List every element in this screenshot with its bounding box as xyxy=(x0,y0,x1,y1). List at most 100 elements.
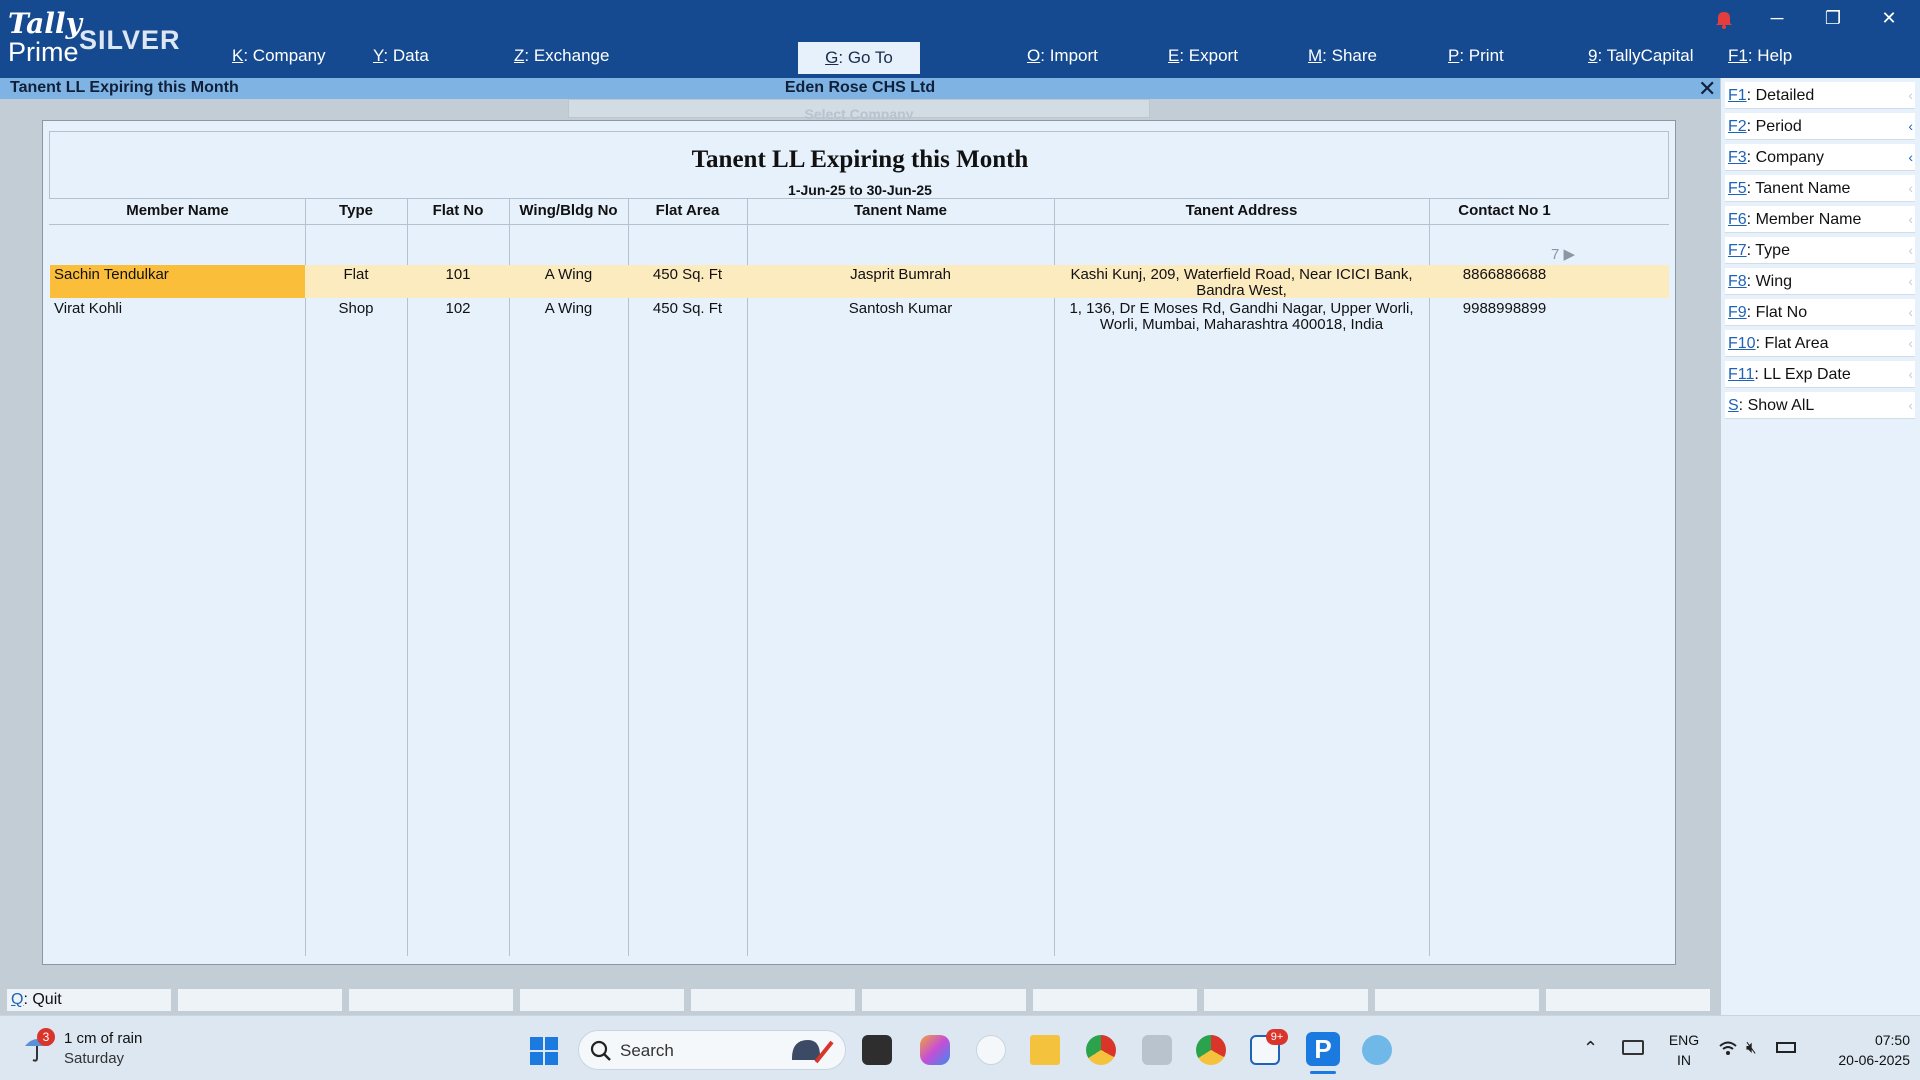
minimize-icon[interactable]: ─ xyxy=(1757,8,1797,29)
btn-f10-flat-area[interactable]: F10: Flat Area ‹ xyxy=(1725,330,1915,357)
weather-day: Saturday xyxy=(64,1050,125,1067)
col-header-type[interactable]: Type xyxy=(305,202,407,219)
volume-muted-icon[interactable]: 🔇︎ xyxy=(1746,1038,1757,1058)
chevron-up-icon[interactable]: ⌃ xyxy=(1583,1038,1598,1059)
menu-label: Print xyxy=(1468,46,1504,65)
menu-label: Help xyxy=(1757,46,1793,65)
col-header-tenant-name[interactable]: Tanent Name xyxy=(747,202,1054,219)
search-placeholder: Search xyxy=(620,1041,674,1060)
bottom-empty-slot xyxy=(1033,989,1197,1011)
menu-data[interactable]: Y: Data xyxy=(373,46,429,66)
menu-label: Data xyxy=(392,46,429,65)
col-header-tenant-address[interactable]: Tanent Address xyxy=(1054,202,1429,219)
key-app-icon[interactable] xyxy=(976,1035,1006,1065)
row-flat-area: 450 Sq. Ft xyxy=(652,300,723,317)
row-contact: 9988998899 xyxy=(1462,300,1547,317)
page-indicator[interactable]: 7 ▶ xyxy=(1551,245,1575,263)
btn-label: Flat Area xyxy=(1764,335,1829,352)
btn-f9-flat-no[interactable]: F9: Flat No ‹ xyxy=(1725,299,1915,326)
app-window-icon[interactable] xyxy=(1142,1035,1172,1065)
btn-label: LL Exp Date xyxy=(1763,366,1851,383)
header-divider xyxy=(49,224,1669,225)
menu-help[interactable]: F1: Help xyxy=(1728,46,1792,66)
btn-f11-ll-exp-date[interactable]: F11: LL Exp Date ‹ xyxy=(1725,361,1915,388)
menu-share[interactable]: M: Share xyxy=(1308,46,1377,66)
company-name: Eden Rose CHS Ltd xyxy=(784,79,936,96)
menu-print[interactable]: P: Print xyxy=(1448,46,1504,66)
task-view-icon[interactable] xyxy=(862,1035,892,1065)
weather-text[interactable]: 1 cm of rain xyxy=(64,1030,142,1047)
windows-start-icon[interactable] xyxy=(528,1035,560,1067)
copilot-icon[interactable] xyxy=(920,1035,950,1065)
col-header-flat-no[interactable]: Flat No xyxy=(407,202,509,219)
btn-label: Wing xyxy=(1755,273,1793,290)
btn-key: F6 xyxy=(1728,211,1747,228)
btn-s-show-all[interactable]: S: Show AlL ‹ xyxy=(1725,392,1915,419)
report-title: Tanent LL Expiring this Month xyxy=(691,146,1029,173)
quit-button[interactable]: Q: Quit xyxy=(7,989,171,1011)
btn-f2-period[interactable]: F2: Period ‹ xyxy=(1725,113,1915,140)
wifi-icon[interactable] xyxy=(1718,1040,1738,1056)
logo-tally-text: Tally xyxy=(8,7,82,40)
file-explorer-icon[interactable] xyxy=(1030,1035,1060,1065)
menu-label: Exchange xyxy=(533,46,610,65)
row-contact: 8866886688 xyxy=(1462,266,1547,283)
ghost-select-company-label: Select Company xyxy=(804,106,914,119)
chevron-left-icon: ‹ xyxy=(1908,366,1913,382)
bottom-empty-slot xyxy=(520,989,684,1011)
btn-label: Quit xyxy=(32,991,62,1008)
menu-key: P xyxy=(1448,46,1460,65)
btn-f8-wing[interactable]: F8: Wing ‹ xyxy=(1725,268,1915,295)
menu-key: M xyxy=(1308,46,1323,65)
row-tenant-name: Jasprit Bumrah xyxy=(850,266,951,283)
battery-icon[interactable] xyxy=(1776,1042,1796,1053)
keyboard-icon[interactable] xyxy=(1622,1040,1644,1055)
btn-f5-tenant-name[interactable]: F5: Tanent Name ‹ xyxy=(1725,175,1915,202)
btn-key: F8 xyxy=(1728,273,1747,290)
col-header-flat-area[interactable]: Flat Area xyxy=(628,202,747,219)
btn-key: S xyxy=(1728,397,1739,414)
chevron-left-icon: ‹ xyxy=(1908,211,1913,227)
btn-label: Period xyxy=(1755,118,1802,135)
bottom-empty-slot xyxy=(691,989,855,1011)
menu-label: Go To xyxy=(847,48,893,67)
menu-label: Share xyxy=(1331,46,1377,65)
menu-exchange[interactable]: Z: Exchange xyxy=(514,46,609,66)
menu-key: K xyxy=(232,46,244,65)
clock-time[interactable]: 07:50 xyxy=(1810,1032,1910,1048)
row-member-name[interactable]: Virat Kohli xyxy=(54,301,122,317)
menu-import[interactable]: O: Import xyxy=(1027,46,1098,66)
notification-bell-icon[interactable] xyxy=(1713,8,1735,30)
btn-f7-type[interactable]: F7: Type ‹ xyxy=(1725,237,1915,264)
menu-goto[interactable]: G: Go To xyxy=(798,42,920,74)
menu-label: TallyCapital xyxy=(1606,46,1694,65)
globe-app-icon[interactable] xyxy=(1362,1035,1392,1065)
bottom-empty-slot xyxy=(1375,989,1539,1011)
col-header-contact[interactable]: Contact No 1 xyxy=(1429,202,1580,219)
btn-f6-member-name[interactable]: F6: Member Name ‹ xyxy=(1725,206,1915,233)
chrome-icon[interactable] xyxy=(1086,1035,1116,1065)
btn-label: Detailed xyxy=(1755,87,1815,104)
menu-key: E xyxy=(1168,46,1180,65)
menu-export[interactable]: E: Export xyxy=(1168,46,1238,66)
language-line1[interactable]: ENG xyxy=(1666,1032,1702,1048)
col-header-member-name[interactable]: Member Name xyxy=(50,202,305,219)
row-member-name[interactable]: Sachin Tendulkar xyxy=(54,267,169,283)
restore-icon[interactable]: ❐ xyxy=(1813,8,1853,29)
bottom-empty-slot xyxy=(178,989,342,1011)
bottom-empty-slot xyxy=(1546,989,1710,1011)
menu-tallycapital[interactable]: 9: TallyCapital xyxy=(1588,46,1694,66)
weather-badge: 3 xyxy=(37,1028,55,1046)
btn-key: F5 xyxy=(1728,180,1747,197)
col-header-wing[interactable]: Wing/Bldg No xyxy=(509,202,628,219)
btn-key: F10 xyxy=(1728,335,1756,352)
menu-key: F1 xyxy=(1728,46,1748,65)
menu-key: 9 xyxy=(1588,46,1598,65)
chrome-profile-icon[interactable] xyxy=(1196,1035,1226,1065)
close-window-icon[interactable]: ✕ xyxy=(1869,8,1909,29)
chevron-left-icon: ‹ xyxy=(1908,149,1913,165)
btn-f3-company[interactable]: F3: Company ‹ xyxy=(1725,144,1915,171)
tally-prime-taskbar-icon[interactable]: P xyxy=(1306,1032,1340,1066)
menu-company[interactable]: K: Company xyxy=(232,46,326,66)
btn-f1-detailed[interactable]: F1: Detailed ‹ xyxy=(1725,82,1915,109)
